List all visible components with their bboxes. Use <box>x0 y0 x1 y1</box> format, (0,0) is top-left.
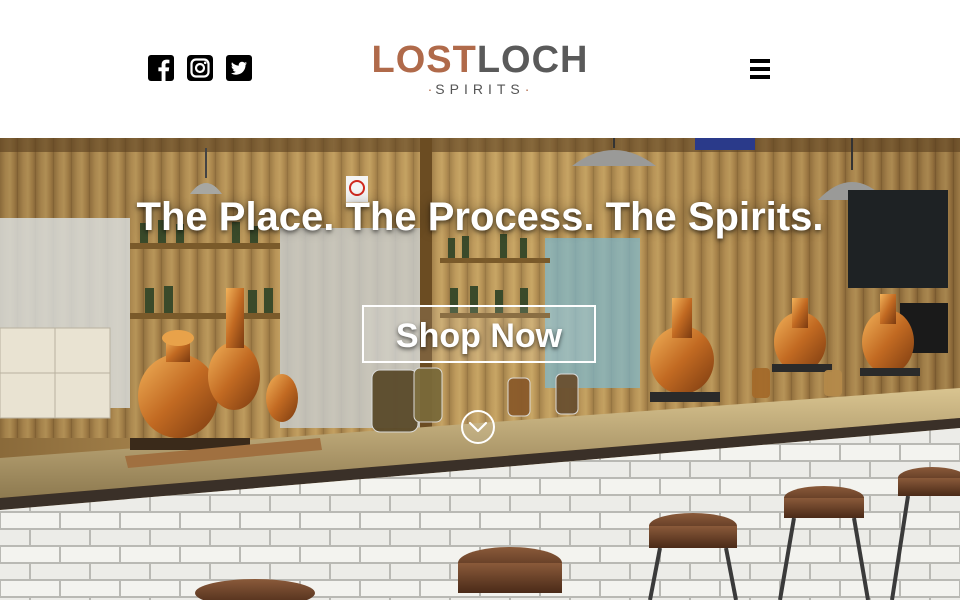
twitter-icon[interactable] <box>226 55 252 81</box>
logo-wordmark: LOSTLOCH <box>360 40 600 80</box>
instagram-icon[interactable] <box>187 55 213 81</box>
site-header: LOSTLOCH ·SPIRITS· <box>0 0 960 138</box>
chevron-down-circle-icon[interactable] <box>460 409 496 445</box>
hamburger-menu-icon[interactable] <box>748 57 772 81</box>
logo-lost: LOST <box>371 39 477 81</box>
facebook-icon[interactable] <box>148 55 174 81</box>
hero-section: The Place. The Process. The Spirits. Sho… <box>0 138 960 600</box>
lostloch-logo[interactable]: LOSTLOCH ·SPIRITS· <box>360 40 600 98</box>
social-links <box>148 55 252 81</box>
shop-now-button[interactable]: Shop Now <box>362 305 596 363</box>
logo-loch: LOCH <box>476 39 589 81</box>
hero-title: The Place. The Process. The Spirits. <box>136 195 824 239</box>
logo-subtitle: ·SPIRITS· <box>427 81 533 97</box>
